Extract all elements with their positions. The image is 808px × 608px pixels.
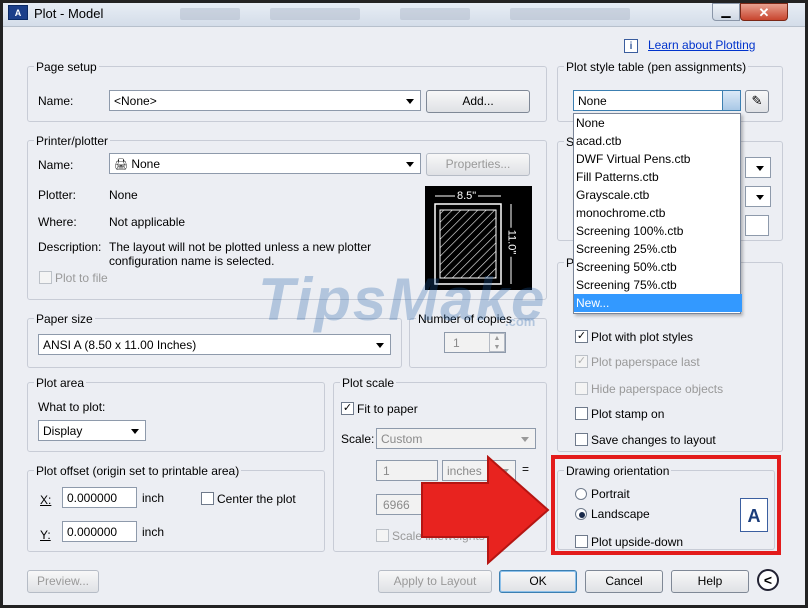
printer-icon: 🖨	[114, 159, 128, 171]
plot-offset-title: Plot offset (origin set to printable are…	[34, 464, 242, 478]
save-changes-label: Save changes to layout	[591, 433, 716, 447]
page-setup-name-label: Name:	[38, 94, 74, 108]
plot-to-file-checkbox[interactable]	[39, 271, 52, 284]
plot-style-option[interactable]: acad.ctb	[574, 132, 742, 150]
copies-spinner[interactable]: ▲ ▼	[489, 333, 505, 352]
preview-height-label: 11.0"	[505, 227, 518, 257]
offset-y-unit: inch	[142, 525, 165, 539]
cancel-button[interactable]: Cancel	[585, 570, 663, 593]
offset-x-label: X:	[40, 493, 52, 507]
autocad-app-icon: A	[8, 5, 28, 20]
paperspace-last-checkbox[interactable]: ✓	[575, 355, 588, 368]
plot-stamp-checkbox[interactable]	[575, 407, 588, 420]
plot-style-option[interactable]: Grayscale.ctb	[574, 186, 742, 204]
plot-style-option[interactable]: Screening 100%.ctb	[574, 222, 742, 240]
scale-select[interactable]: Custom	[376, 428, 536, 449]
minimize-button[interactable]: ▁	[712, 3, 740, 21]
background-taskbar-blur	[160, 8, 680, 20]
page-setup-name-select[interactable]: <None>	[109, 90, 421, 111]
description-label: Description:	[38, 240, 102, 254]
quality-select[interactable]	[745, 186, 771, 207]
paperspace-last-label: Plot paperspace last	[591, 355, 700, 369]
where-label: Where:	[38, 215, 77, 229]
plot-style-option[interactable]: DWF Virtual Pens.ctb	[574, 150, 742, 168]
hide-paperspace-checkbox[interactable]	[575, 382, 588, 395]
edit-plot-style-button[interactable]: ✎	[745, 90, 769, 113]
paper-size-title: Paper size	[34, 312, 95, 326]
printer-name-label: Name:	[38, 158, 74, 172]
offset-y-input[interactable]: 0.000000	[62, 521, 137, 542]
plot-with-styles-label: Plot with plot styles	[591, 330, 694, 344]
plot-area-group	[27, 382, 325, 452]
plot-style-option[interactable]: Screening 75%.ctb	[574, 276, 742, 294]
fit-to-paper-label: Fit to paper	[357, 402, 418, 416]
plot-style-option[interactable]: monochrome.ctb	[574, 204, 742, 222]
learn-about-plotting-link[interactable]: Learn about Plotting	[648, 38, 755, 52]
help-button[interactable]: Help	[671, 570, 749, 593]
ok-button[interactable]: OK	[499, 570, 577, 593]
page-setup-title: Page setup	[34, 60, 99, 74]
printer-name-value: None	[131, 157, 160, 171]
printer-plotter-title: Printer/plotter	[34, 134, 111, 148]
plot-style-title: Plot style table (pen assignments)	[564, 60, 749, 74]
pencil-icon: ✎	[751, 93, 763, 108]
watermark-suffix: .com	[505, 314, 536, 329]
add-page-setup-button[interactable]: Add...	[426, 90, 530, 113]
plotter-value: None	[109, 188, 138, 202]
description-line-2: configuration name is selected.	[109, 254, 275, 268]
red-arrow-icon	[421, 455, 550, 565]
scale-lineweights-checkbox[interactable]	[376, 529, 389, 542]
highlight-box	[551, 455, 781, 555]
plot-style-option[interactable]: Screening 25%.ctb	[574, 240, 742, 258]
window-title: Plot - Model	[34, 6, 104, 21]
close-button[interactable]: ✕	[740, 3, 788, 21]
apply-to-layout-button[interactable]: Apply to Layout	[378, 570, 492, 593]
preview-button[interactable]: Preview...	[27, 570, 99, 593]
description-line-1: The layout will not be plotted unless a …	[109, 240, 372, 254]
info-icon: i	[624, 39, 638, 53]
plot-style-option[interactable]: None	[574, 114, 742, 132]
plot-scale-title: Plot scale	[340, 376, 397, 390]
fit-to-paper-checkbox[interactable]: ✓	[341, 402, 354, 415]
printer-name-select[interactable]: 🖨 None	[109, 153, 421, 174]
plot-with-styles-checkbox[interactable]: ✓	[575, 330, 588, 343]
offset-x-unit: inch	[142, 491, 165, 505]
dpi-input[interactable]	[745, 215, 769, 236]
center-plot-label: Center the plot	[217, 492, 296, 506]
plot-style-option[interactable]: New...	[574, 294, 742, 312]
shade-plot-select[interactable]	[745, 157, 771, 178]
offset-y-label: Y:	[40, 528, 51, 542]
offset-x-input[interactable]: 0.000000	[62, 487, 137, 508]
plot-style-dropdown-arrow[interactable]	[722, 91, 740, 110]
plot-to-file-label: Plot to file	[55, 271, 108, 285]
plot-stamp-label: Plot stamp on	[591, 407, 665, 421]
properties-button[interactable]: Properties...	[426, 153, 530, 176]
plotter-label: Plotter:	[38, 188, 77, 202]
plot-style-option[interactable]: Fill Patterns.ctb	[574, 168, 742, 186]
where-value: Not applicable	[109, 215, 186, 229]
center-plot-checkbox[interactable]	[201, 492, 214, 505]
plot-style-option[interactable]: Screening 50%.ctb	[574, 258, 742, 276]
plot-style-select[interactable]: None	[573, 90, 741, 111]
watermark-text: TipsMake	[258, 266, 547, 333]
what-to-plot-select[interactable]: Display	[38, 420, 146, 441]
plot-style-dropdown-list: None acad.ctb DWF Virtual Pens.ctb Fill Pat…	[573, 113, 742, 314]
save-changes-checkbox[interactable]	[575, 433, 588, 446]
paper-size-select[interactable]: ANSI A (8.50 x 11.00 Inches)	[38, 334, 391, 355]
scale-label: Scale:	[341, 432, 375, 446]
what-to-plot-label: What to plot:	[38, 400, 106, 414]
preview-width-label: 8.5"	[455, 190, 479, 202]
plot-area-title: Plot area	[34, 376, 87, 390]
more-options-button[interactable]: <	[757, 569, 779, 591]
hide-paperspace-label: Hide paperspace objects	[591, 382, 724, 396]
